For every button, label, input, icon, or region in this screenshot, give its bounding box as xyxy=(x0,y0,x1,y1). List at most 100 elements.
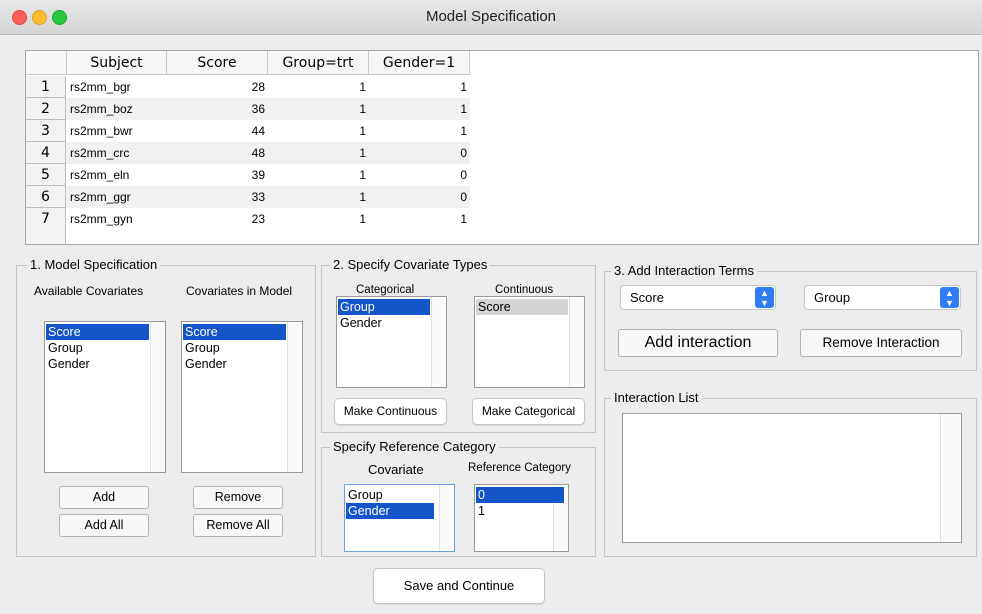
cell-subject[interactable]: rs2mm_boz xyxy=(67,98,167,120)
row-number-header xyxy=(26,51,67,75)
model-specification-window: Model Specification Subject Score Group=… xyxy=(0,0,982,614)
list-item[interactable]: Group xyxy=(338,299,430,315)
available-covariates-label: Available Covariates xyxy=(34,284,144,298)
list-item[interactable]: Group xyxy=(183,340,286,356)
cell-score[interactable]: 39 xyxy=(167,164,268,186)
list-scrollbar[interactable] xyxy=(431,297,446,387)
covariate-types-title: 2. Specify Covariate Types xyxy=(330,257,491,272)
cell-subject[interactable]: rs2mm_gyn xyxy=(67,208,167,230)
interaction-term-1-select[interactable]: Score ▲ ▼ xyxy=(620,285,776,310)
chevron-up-down-icon: ▲ ▼ xyxy=(755,287,774,308)
table-row[interactable]: 4 rs2mm_crc 48 1 0 xyxy=(26,142,470,164)
remove-button[interactable]: Remove xyxy=(193,486,283,509)
list-item[interactable]: Gender xyxy=(346,503,434,519)
cell-gender[interactable]: 1 xyxy=(369,98,470,120)
column-header-score[interactable]: Score xyxy=(167,51,268,75)
cell-gender[interactable]: 0 xyxy=(369,142,470,164)
table-row[interactable]: 2 rs2mm_boz 36 1 1 xyxy=(26,98,470,120)
list-item[interactable]: Gender xyxy=(338,315,430,331)
list-scrollbar[interactable] xyxy=(940,414,961,542)
list-scrollbar[interactable] xyxy=(569,297,584,387)
cell-gender[interactable]: 0 xyxy=(369,186,470,208)
cell-subject[interactable]: rs2mm_crc xyxy=(67,142,167,164)
row-number: 5 xyxy=(26,164,66,186)
interaction-term-2-select[interactable]: Group ▲ ▼ xyxy=(804,285,961,310)
continuous-label: Continuous xyxy=(495,284,554,296)
cell-subject[interactable]: rs2mm_ggr xyxy=(67,186,167,208)
remove-all-button[interactable]: Remove All xyxy=(193,514,283,537)
row-number: 4 xyxy=(26,142,66,164)
reference-covariate-list[interactable]: Group Gender xyxy=(344,484,455,552)
cell-score[interactable]: 36 xyxy=(167,98,268,120)
select-value: Group xyxy=(814,290,851,305)
make-continuous-button[interactable]: Make Continuous xyxy=(334,398,447,425)
list-item[interactable]: Score xyxy=(46,324,149,340)
categorical-list[interactable]: Group Gender xyxy=(336,296,447,388)
table-row[interactable]: 7 rs2mm_gyn 23 1 1 xyxy=(26,208,470,230)
available-covariates-list[interactable]: Score Group Gender xyxy=(44,321,166,473)
column-header-gender[interactable]: Gender=1 xyxy=(369,51,470,75)
table-row[interactable]: 6 rs2mm_ggr 33 1 0 xyxy=(26,186,470,208)
reference-category-list[interactable]: 0 1 xyxy=(474,484,569,552)
covariates-in-model-label: Covariates in Model xyxy=(186,284,293,298)
row-number: 3 xyxy=(26,120,66,142)
cell-group[interactable]: 1 xyxy=(268,120,369,142)
add-button[interactable]: Add xyxy=(59,486,149,509)
cell-score[interactable]: 33 xyxy=(167,186,268,208)
covariate-label: Covariate xyxy=(368,462,424,477)
list-item[interactable]: Score xyxy=(183,324,286,340)
cell-subject[interactable]: rs2mm_bwr xyxy=(67,120,167,142)
chevron-up-down-icon: ▲ ▼ xyxy=(940,287,959,308)
cell-group[interactable]: 1 xyxy=(268,164,369,186)
row-number: 1 xyxy=(26,76,66,98)
save-and-continue-button[interactable]: Save and Continue xyxy=(373,568,545,604)
cell-gender[interactable]: 1 xyxy=(369,76,470,98)
row-number: 6 xyxy=(26,186,66,208)
row-number: 2 xyxy=(26,98,66,120)
column-header-group[interactable]: Group=trt xyxy=(268,51,369,75)
continuous-list[interactable]: Score xyxy=(474,296,585,388)
cell-group[interactable]: 1 xyxy=(268,98,369,120)
model-specification-group: 1. Model Specification Available Covaria… xyxy=(16,257,316,557)
table-row-partial xyxy=(26,229,470,244)
cell-group[interactable]: 1 xyxy=(268,186,369,208)
data-table[interactable]: Subject Score Group=trt Gender=1 1 rs2mm_… xyxy=(25,50,979,245)
list-item[interactable]: Group xyxy=(346,487,434,503)
row-number: 7 xyxy=(26,208,66,230)
list-item[interactable]: 0 xyxy=(476,487,564,503)
make-categorical-button[interactable]: Make Categorical xyxy=(472,398,585,425)
interaction-list[interactable] xyxy=(622,413,962,543)
list-scrollbar[interactable] xyxy=(150,322,165,472)
cell-score[interactable]: 44 xyxy=(167,120,268,142)
cell-gender[interactable]: 0 xyxy=(369,164,470,186)
cell-score[interactable]: 48 xyxy=(167,142,268,164)
table-row[interactable]: 5 rs2mm_eln 39 1 0 xyxy=(26,164,470,186)
list-item[interactable]: Group xyxy=(46,340,149,356)
cell-group[interactable]: 1 xyxy=(268,142,369,164)
list-item[interactable]: 1 xyxy=(476,503,564,519)
list-scrollbar[interactable] xyxy=(287,322,302,472)
remove-interaction-button[interactable]: Remove Interaction xyxy=(800,329,962,357)
list-scrollbar[interactable] xyxy=(439,485,454,551)
cell-subject[interactable]: rs2mm_bgr xyxy=(67,76,167,98)
list-item[interactable]: Score xyxy=(476,299,568,315)
cell-score[interactable]: 23 xyxy=(167,208,268,230)
cell-group[interactable]: 1 xyxy=(268,76,369,98)
add-interaction-button[interactable]: Add interaction xyxy=(618,329,778,357)
model-specification-title: 1. Model Specification xyxy=(27,257,161,272)
list-item[interactable]: Gender xyxy=(183,356,286,372)
table-row[interactable]: 1 rs2mm_bgr 28 1 1 xyxy=(26,76,470,98)
table-row[interactable]: 3 rs2mm_bwr 44 1 1 xyxy=(26,120,470,142)
categorical-label: Categorical xyxy=(356,284,415,296)
interaction-terms-title: 3. Add Interaction Terms xyxy=(611,263,757,278)
cell-gender[interactable]: 1 xyxy=(369,120,470,142)
add-all-button[interactable]: Add All xyxy=(59,514,149,537)
cell-score[interactable]: 28 xyxy=(167,76,268,98)
list-item[interactable]: Gender xyxy=(46,356,149,372)
cell-subject[interactable]: rs2mm_eln xyxy=(67,164,167,186)
interaction-list-group: Interaction List xyxy=(604,390,977,557)
cell-gender[interactable]: 1 xyxy=(369,208,470,230)
cell-group[interactable]: 1 xyxy=(268,208,369,230)
covariates-in-model-list[interactable]: Score Group Gender xyxy=(181,321,303,473)
column-header-subject[interactable]: Subject xyxy=(67,51,167,75)
